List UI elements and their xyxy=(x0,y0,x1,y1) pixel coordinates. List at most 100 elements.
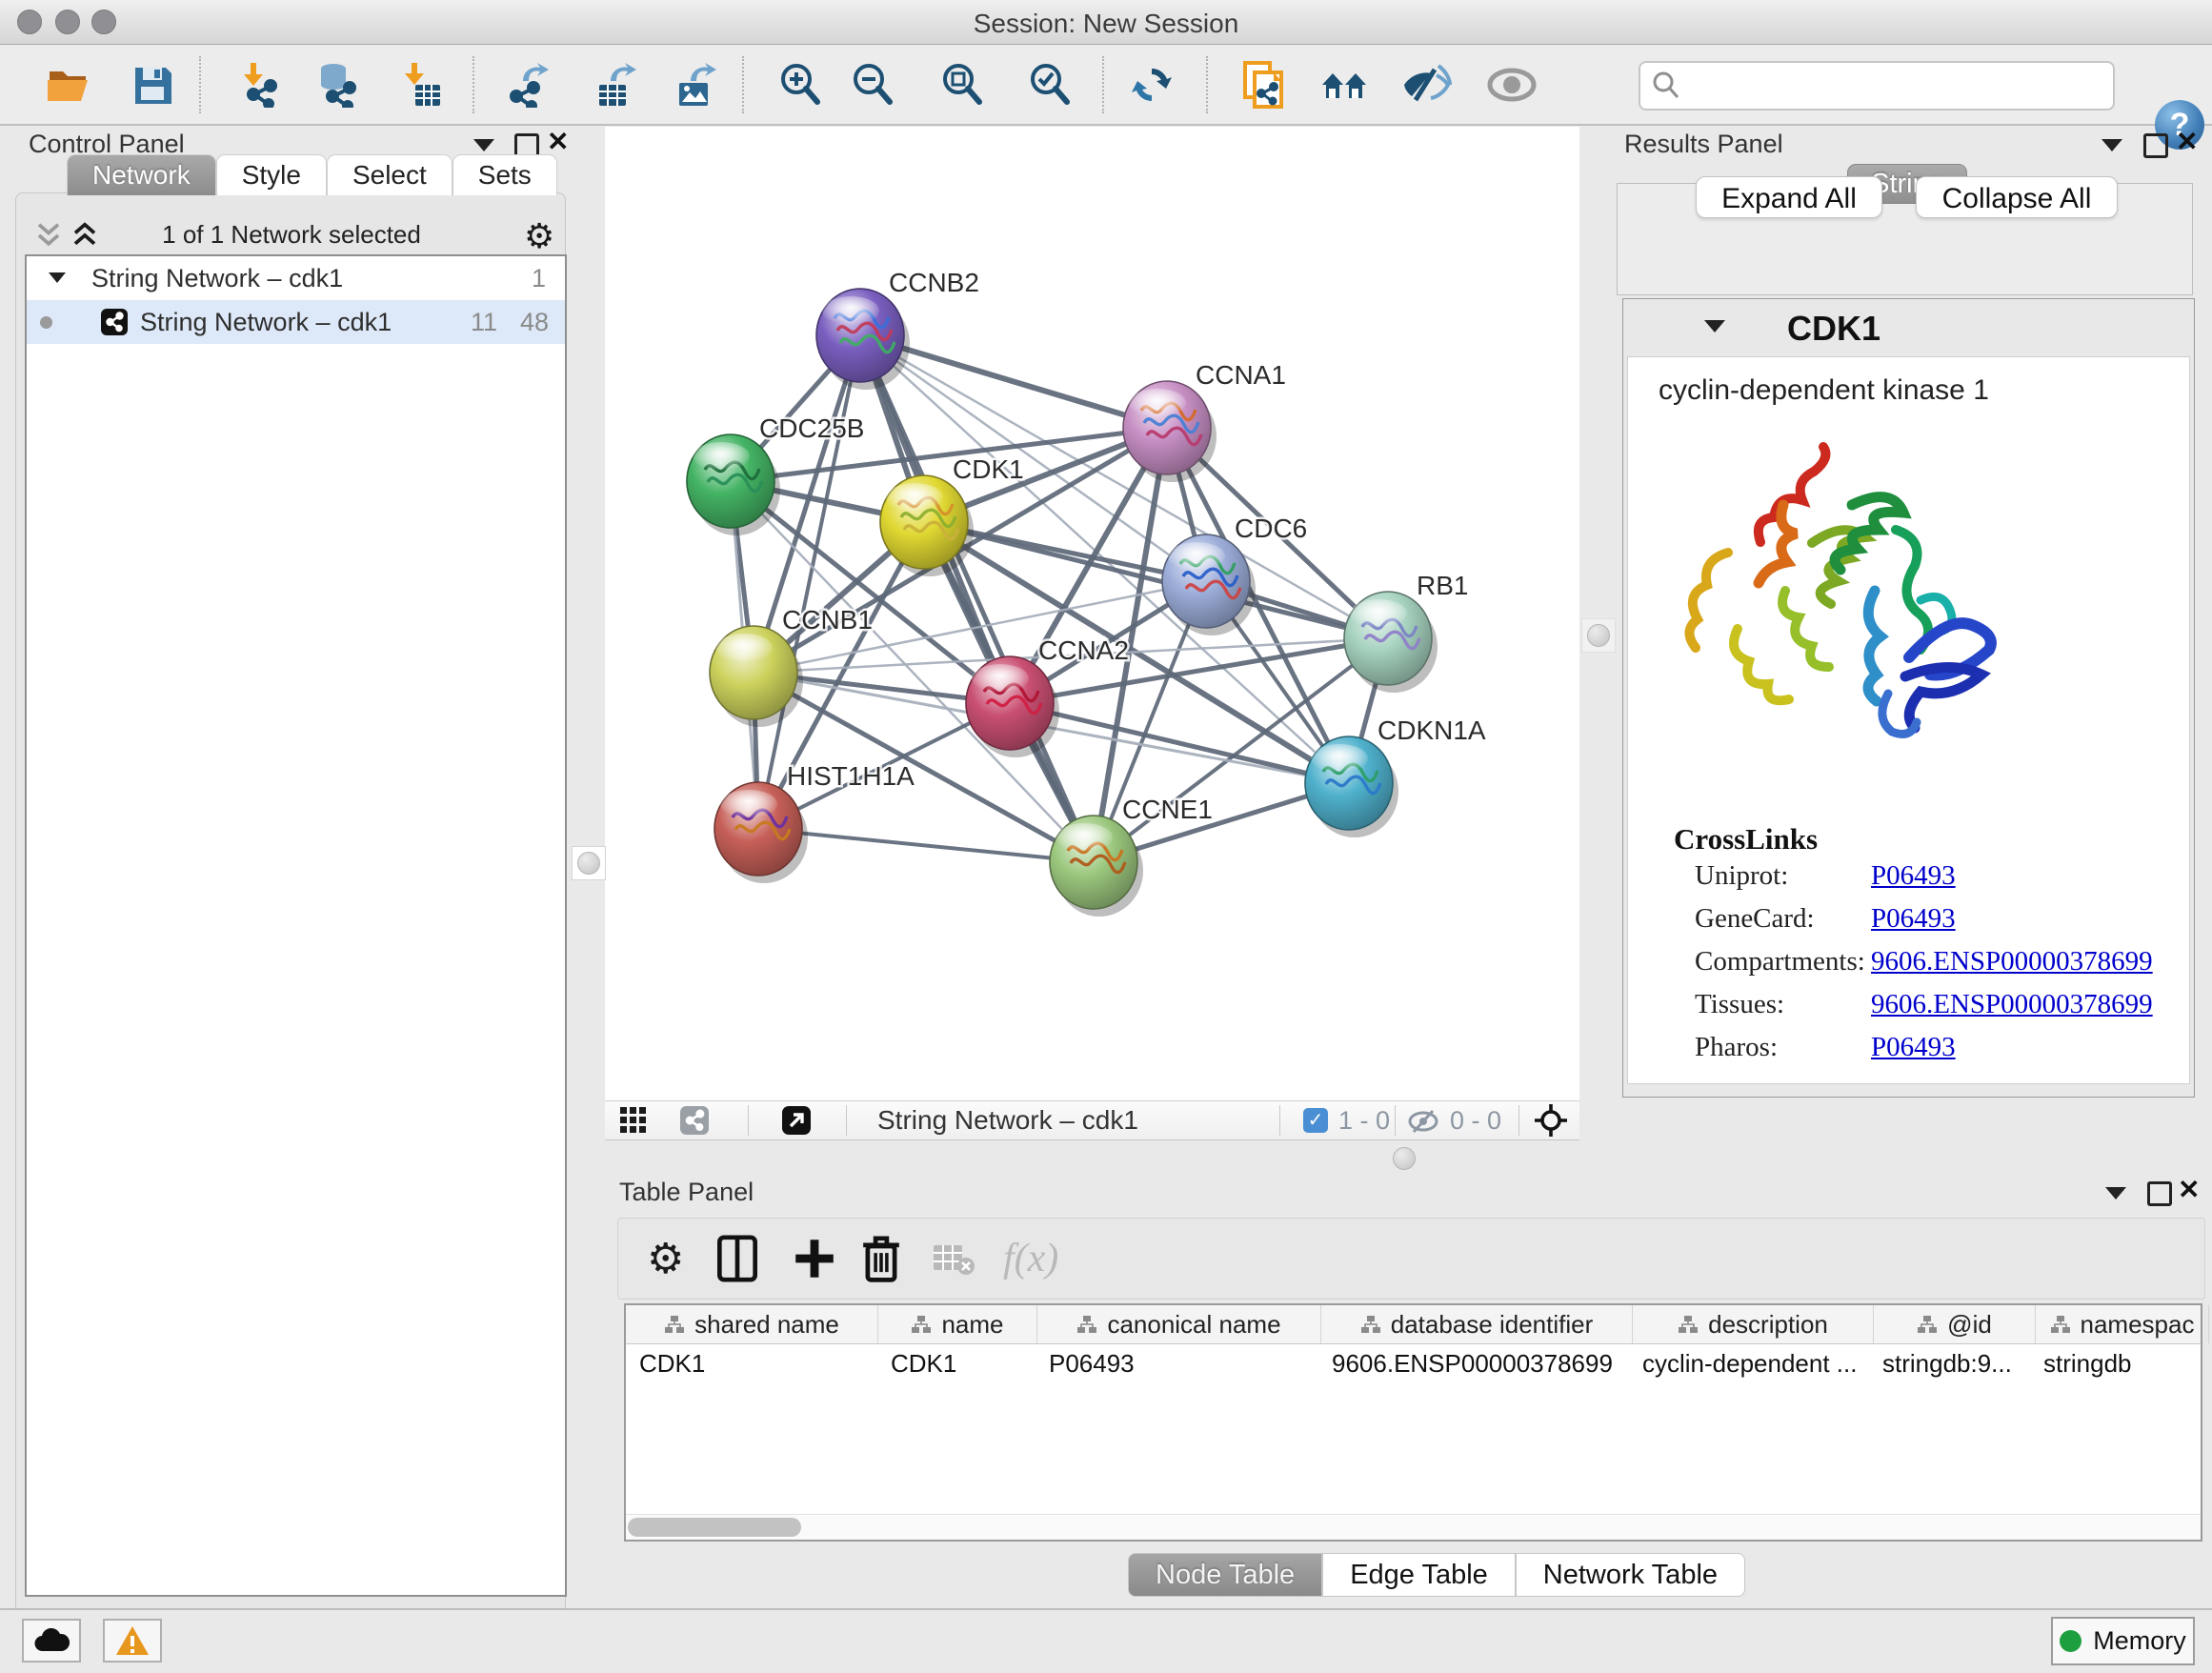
collapse-all-button[interactable]: Collapse All xyxy=(1916,176,2118,218)
table-cell[interactable]: CDK1 xyxy=(877,1344,1036,1382)
import-network-database-button[interactable] xyxy=(309,58,362,111)
node-HIST1H1A[interactable] xyxy=(714,782,808,883)
save-session-button[interactable] xyxy=(126,58,179,111)
zoom-fit-icon xyxy=(939,62,985,108)
search-input[interactable] xyxy=(1688,71,2113,102)
network-options-gear-icon[interactable]: ⚙ xyxy=(524,216,554,256)
node-CCNB2[interactable] xyxy=(816,289,910,390)
zoom-selected-button[interactable] xyxy=(1023,58,1076,111)
show-columns-icon[interactable] xyxy=(717,1232,757,1285)
automation-status-button[interactable] xyxy=(22,1619,81,1663)
import-table-file-button[interactable] xyxy=(394,58,448,111)
network-canvas[interactable]: CCNB2CCNA1CDC25BCDK1CDC6RB1CCNB1CCNA2CDK… xyxy=(605,127,1579,1100)
crosslink-link[interactable]: P06493 xyxy=(1871,860,1956,892)
hide-details-button[interactable] xyxy=(1400,58,1454,111)
open-session-button[interactable] xyxy=(42,58,95,111)
string-badge-icon[interactable] xyxy=(680,1106,709,1135)
results-panel-float-icon[interactable] xyxy=(2143,133,2168,158)
hidden-eye-icon[interactable] xyxy=(1407,1109,1439,1134)
zoom-fit-button[interactable] xyxy=(935,58,989,111)
node-CDC25B[interactable] xyxy=(687,434,780,535)
open-in-browser-icon[interactable] xyxy=(782,1106,811,1135)
control-panel-close-icon[interactable]: ✕ xyxy=(547,130,569,154)
gene-section-header[interactable]: CDK1 xyxy=(1623,299,2194,354)
crosslink-link[interactable]: 9606.ENSP00000378699 xyxy=(1871,989,2153,1020)
table-cell[interactable]: stringdb xyxy=(2030,1344,2202,1382)
table-cell[interactable]: stringdb:9... xyxy=(1869,1344,2030,1382)
string-query-button[interactable] xyxy=(1318,58,1372,111)
node-CDKN1A[interactable] xyxy=(1305,736,1398,837)
left-splitter-handle[interactable] xyxy=(572,846,606,880)
column-header-name[interactable]: name xyxy=(878,1305,1037,1343)
column-header-canonical-name[interactable]: canonical name xyxy=(1037,1305,1321,1343)
node-CDC6[interactable] xyxy=(1162,534,1256,635)
node-CCNE1[interactable] xyxy=(1050,816,1143,917)
column-header-namespac[interactable]: namespac xyxy=(2036,1305,2209,1343)
table-cell[interactable]: CDK1 xyxy=(626,1344,877,1382)
zoom-in-icon xyxy=(777,62,823,108)
results-panel-title: Results Panel xyxy=(1624,130,1783,159)
tab-edge-table[interactable]: Edge Table xyxy=(1322,1553,1516,1597)
table-cell[interactable]: cyclin-dependent ... xyxy=(1629,1344,1869,1382)
crosslink-link[interactable]: P06493 xyxy=(1871,903,1956,935)
selection-status: 1 of 1 Network selected xyxy=(25,220,558,250)
crosslink-label: Pharos: xyxy=(1695,1032,1778,1063)
column-header--id[interactable]: @id xyxy=(1874,1305,2036,1343)
expand-all-button[interactable]: Expand All xyxy=(1696,176,1882,218)
column-header-description[interactable]: description xyxy=(1633,1305,1874,1343)
column-type-icon xyxy=(1360,1315,1381,1334)
results-panel-menu-icon[interactable] xyxy=(2101,139,2122,151)
delete-column-icon[interactable] xyxy=(862,1232,900,1285)
import-network-file-button[interactable] xyxy=(232,58,286,111)
export-table-button[interactable] xyxy=(589,58,642,111)
node-CDK1[interactable] xyxy=(880,475,974,576)
string-network-graph[interactable]: CCNB2CCNA1CDC25BCDK1CDC6RB1CCNB1CCNA2CDK… xyxy=(605,127,1579,1100)
collection-disclosure-icon[interactable] xyxy=(49,272,66,283)
memory-button[interactable]: Memory xyxy=(2051,1617,2195,1665)
column-header-shared-name[interactable]: shared name xyxy=(626,1305,878,1343)
network-from-clipboard-button[interactable] xyxy=(1237,58,1290,111)
tab-sets[interactable]: Sets xyxy=(452,154,557,195)
tab-style[interactable]: Style xyxy=(216,154,327,195)
table-cell[interactable]: P06493 xyxy=(1036,1344,1318,1382)
show-details-button[interactable] xyxy=(1485,58,1538,111)
warnings-button[interactable] xyxy=(103,1619,162,1663)
gene-disclosure-icon[interactable] xyxy=(1704,320,1725,333)
network-collection-row[interactable]: String Network – cdk1 1 xyxy=(27,256,565,300)
zoom-in-button[interactable] xyxy=(774,58,827,111)
edge-CCNA2-CDKN1A[interactable] xyxy=(1010,703,1349,783)
edge-CCNB2-HIST1H1A[interactable] xyxy=(758,335,860,829)
column-header-database-identifier[interactable]: database identifier xyxy=(1321,1305,1633,1343)
table-row[interactable]: CDK1CDK1P064939606.ENSP00000378699cyclin… xyxy=(626,1344,2201,1382)
bottom-splitter-handle[interactable] xyxy=(1393,1147,1416,1170)
crosslink-link[interactable]: 9606.ENSP00000378699 xyxy=(1871,946,2153,978)
tab-select[interactable]: Select xyxy=(327,154,452,195)
selected-checkbox-icon[interactable]: ✓ xyxy=(1303,1108,1328,1133)
crosslink-link[interactable]: P06493 xyxy=(1871,1032,1956,1063)
tab-node-table[interactable]: Node Table xyxy=(1128,1553,1322,1597)
table-panel-float-icon[interactable] xyxy=(2147,1181,2172,1206)
network-row[interactable]: String Network – cdk1 11 48 xyxy=(27,300,565,344)
center-view-icon[interactable] xyxy=(1534,1103,1568,1138)
export-network-button[interactable] xyxy=(501,58,554,111)
tab-network[interactable]: Network xyxy=(67,154,216,195)
node-label-CCNB1: CCNB1 xyxy=(782,605,873,635)
table-cell[interactable]: 9606.ENSP00000378699 xyxy=(1318,1344,1629,1382)
node-CCNA1[interactable] xyxy=(1123,381,1217,482)
add-column-icon[interactable] xyxy=(794,1232,835,1285)
apply-layout-button[interactable] xyxy=(1125,58,1178,111)
table-panel-close-icon[interactable]: ✕ xyxy=(2178,1178,2200,1202)
table-options-gear-icon[interactable]: ⚙ xyxy=(647,1232,684,1285)
export-image-button[interactable] xyxy=(669,58,722,111)
table-panel-menu-icon[interactable] xyxy=(2105,1187,2126,1199)
tab-network-table[interactable]: Network Table xyxy=(1516,1553,1745,1597)
node-RB1[interactable] xyxy=(1344,592,1438,693)
control-panel-menu-icon[interactable] xyxy=(473,139,494,151)
scrollbar-thumb[interactable] xyxy=(628,1518,801,1537)
birdseye-grid-icon[interactable] xyxy=(619,1106,648,1135)
crosslink-label: GeneCard: xyxy=(1695,903,1815,935)
table-horizontal-scrollbar[interactable] xyxy=(626,1514,2201,1540)
edge-CDK1-RB1[interactable] xyxy=(924,522,1388,638)
zoom-out-button[interactable] xyxy=(846,58,899,111)
results-panel-close-icon[interactable]: ✕ xyxy=(2176,130,2198,154)
